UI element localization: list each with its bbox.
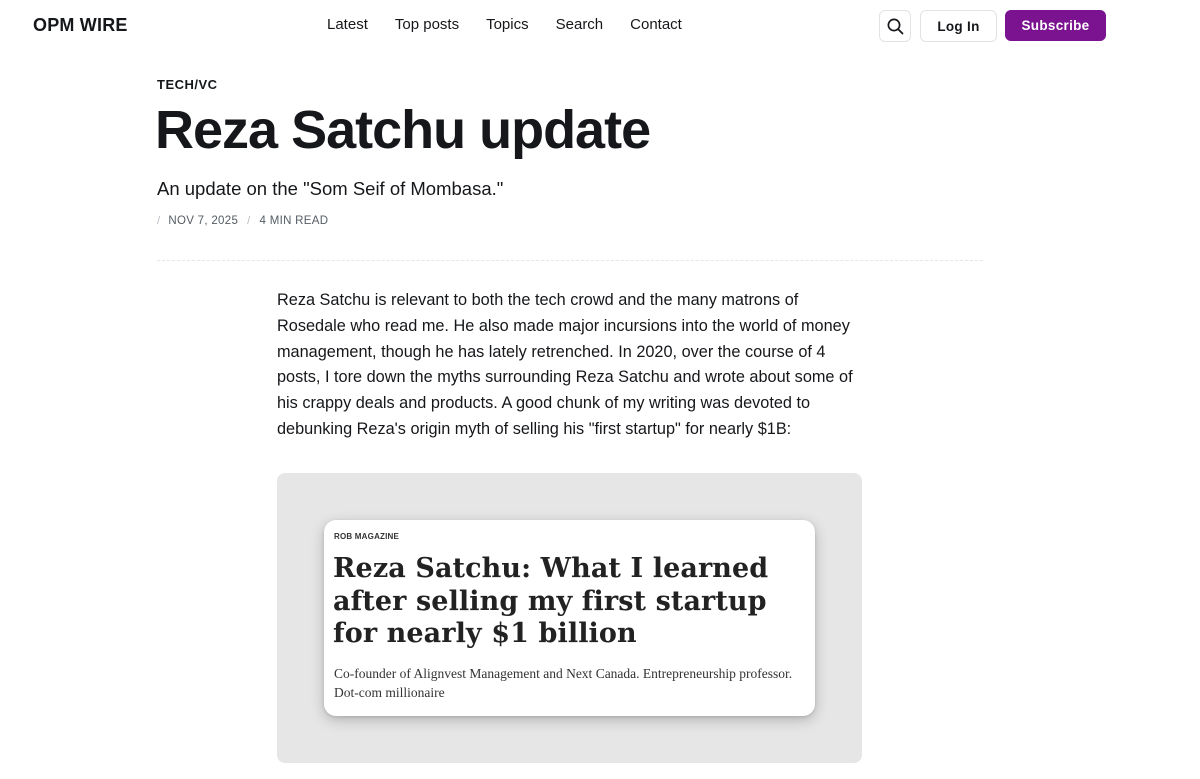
nav-item-top-posts[interactable]: Top posts bbox=[395, 16, 459, 34]
article-paragraph: Reza Satchu is relevant to both the tech… bbox=[277, 291, 853, 438]
nav-item-latest[interactable]: Latest bbox=[327, 16, 368, 34]
article-image: ROB MAGAZINE Reza Satchu: What I learned… bbox=[277, 473, 862, 763]
article-title: Reza Satchu update bbox=[155, 100, 651, 160]
embedded-headline: Reza Satchu: What I learned after sellin… bbox=[333, 553, 769, 649]
site-header: OPM WIRE Latest Top posts Topics Search … bbox=[0, 0, 1200, 52]
embedded-source: ROB MAGAZINE bbox=[334, 532, 400, 541]
embedded-subtitle: Co-founder of Alignvest Management and N… bbox=[334, 666, 793, 700]
search-icon bbox=[887, 18, 903, 34]
search-button[interactable] bbox=[879, 10, 911, 42]
embedded-article-card: ROB MAGAZINE Reza Satchu: What I learned… bbox=[324, 520, 815, 716]
article-excerpt: An update on the "Som Seif of Mombasa." bbox=[157, 178, 504, 199]
header-divider bbox=[157, 260, 983, 261]
subscribe-button[interactable]: Subscribe bbox=[1005, 10, 1106, 41]
meta-separator: / bbox=[247, 215, 251, 227]
site-logo[interactable]: OPM WIRE bbox=[33, 15, 128, 36]
article-read-time: 4 MIN READ bbox=[259, 215, 329, 227]
nav-item-search[interactable]: Search bbox=[556, 16, 604, 34]
article-meta: / NOV 7, 2025 / 4 MIN READ bbox=[157, 215, 328, 227]
article-tag[interactable]: TECH/VC bbox=[157, 77, 218, 92]
nav-item-contact[interactable]: Contact bbox=[630, 16, 682, 34]
main-nav: Latest Top posts Topics Search Contact bbox=[327, 16, 682, 34]
nav-item-topics[interactable]: Topics bbox=[486, 16, 529, 34]
article-date: NOV 7, 2025 bbox=[168, 215, 239, 227]
login-button[interactable]: Log In bbox=[920, 10, 997, 42]
meta-separator: / bbox=[157, 215, 161, 227]
